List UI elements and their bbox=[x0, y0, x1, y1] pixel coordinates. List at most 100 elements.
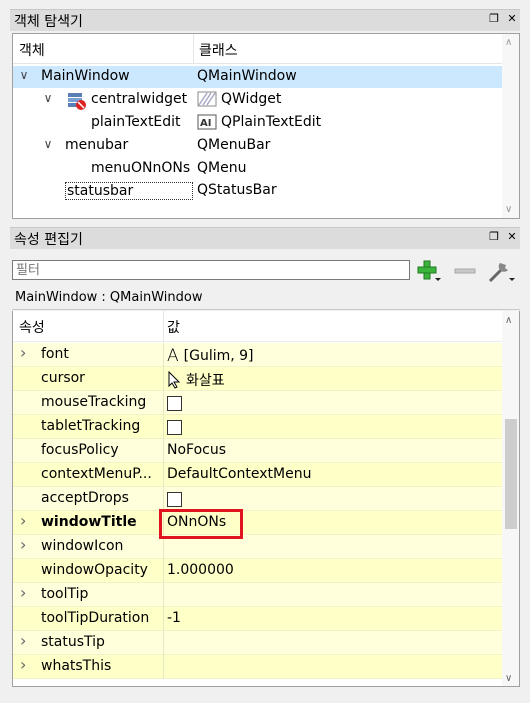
chevron-down-icon[interactable]: ∨ bbox=[17, 68, 31, 82]
add-property-button[interactable] bbox=[416, 259, 442, 283]
property-row-tooltip[interactable]: › toolTip bbox=[13, 583, 503, 607]
property-value[interactable]: -1 bbox=[167, 610, 181, 626]
property-value[interactable]: 1.000000 bbox=[167, 562, 234, 578]
close-icon[interactable]: ✕ bbox=[506, 12, 518, 26]
property-editor-titlebar: 속성 편집기 ❐ ✕ bbox=[10, 227, 520, 249]
text-edit-icon: AI bbox=[197, 114, 217, 130]
filter-input[interactable] bbox=[12, 260, 410, 280]
property-row-windowtitle[interactable]: › windowTitle ONnONs bbox=[13, 511, 503, 535]
column-header-object[interactable]: 객체 bbox=[19, 40, 45, 60]
configure-button[interactable] bbox=[486, 259, 515, 283]
font-icon: A bbox=[167, 346, 179, 366]
property-name: cursor bbox=[41, 370, 85, 386]
scroll-up-icon[interactable]: ∧ bbox=[505, 37, 512, 48]
property-row-windowopacity[interactable]: windowOpacity 1.000000 bbox=[13, 559, 503, 583]
property-name: mouseTracking bbox=[41, 394, 147, 410]
property-name: whatsThis bbox=[41, 658, 112, 674]
column-header-property[interactable]: 속성 bbox=[19, 317, 45, 337]
tree-row-menuonnons[interactable]: menuONnONs QMenu bbox=[13, 158, 503, 180]
filter-toolbar bbox=[12, 259, 520, 283]
property-value[interactable] bbox=[167, 490, 182, 507]
property-row-whatsthis[interactable]: › whatsThis bbox=[13, 655, 503, 679]
property-row-cursor[interactable]: cursor 화살표 bbox=[13, 367, 503, 391]
object-name: centralwidget bbox=[91, 91, 188, 107]
object-tree-header: 객체 클래스 bbox=[13, 34, 519, 64]
property-row-focuspolicy[interactable]: focusPolicy NoFocus bbox=[13, 439, 503, 463]
tree-row-statusbar[interactable]: statusbar QStatusBar bbox=[13, 180, 503, 202]
property-value-text: [Gulim, 9] bbox=[183, 348, 254, 364]
close-icon[interactable]: ✕ bbox=[506, 230, 518, 244]
chevron-down-icon[interactable]: ∨ bbox=[41, 137, 55, 151]
expand-icon[interactable]: › bbox=[20, 583, 26, 602]
property-name: contextMenuP... bbox=[41, 466, 152, 482]
tree-row-menubar[interactable]: ∨ menubar QMenuBar bbox=[13, 135, 503, 157]
arrow-cursor-icon bbox=[168, 371, 181, 389]
property-name: focusPolicy bbox=[41, 442, 119, 458]
property-row-font[interactable]: › font A [Gulim, 9] bbox=[13, 343, 503, 367]
property-value[interactable] bbox=[167, 418, 182, 435]
float-icon[interactable]: ❐ bbox=[488, 12, 500, 26]
property-row-acceptdrops[interactable]: acceptDrops bbox=[13, 487, 503, 511]
property-row-mousetracking[interactable]: mouseTracking bbox=[13, 391, 503, 415]
scroll-down-icon[interactable]: ∨ bbox=[505, 673, 512, 684]
expand-icon[interactable]: › bbox=[20, 343, 26, 362]
chevron-down-icon[interactable]: ∨ bbox=[41, 91, 55, 105]
property-value-text: DefaultContextMenu bbox=[167, 466, 312, 482]
object-name: plainTextEdit bbox=[91, 114, 181, 130]
property-row-tooltipduration[interactable]: toolTipDuration -1 bbox=[13, 607, 503, 631]
property-value[interactable]: DefaultContextMenu bbox=[167, 466, 311, 482]
property-row-tablettracking[interactable]: tabletTracking bbox=[13, 415, 503, 439]
property-name: acceptDrops bbox=[41, 490, 129, 506]
checkbox[interactable] bbox=[167, 420, 182, 435]
vertical-scrollbar[interactable]: ∧ ∨ bbox=[502, 311, 519, 686]
property-row-windowicon[interactable]: › windowIcon bbox=[13, 535, 503, 559]
property-name: tabletTracking bbox=[41, 418, 141, 434]
object-class: QMenu bbox=[197, 160, 247, 176]
expand-icon[interactable]: › bbox=[20, 535, 26, 554]
checkbox[interactable] bbox=[167, 492, 182, 507]
wrench-icon bbox=[488, 263, 515, 283]
scroll-up-icon[interactable]: ∧ bbox=[505, 315, 512, 326]
property-value-text: 화살표 bbox=[186, 373, 225, 389]
property-name: toolTip bbox=[41, 586, 89, 602]
minus-icon bbox=[454, 268, 476, 274]
tree-row-centralwidget[interactable]: ∨ centralwidget QWidget bbox=[13, 89, 503, 111]
object-class: QWidget bbox=[197, 91, 281, 107]
property-name: toolTipDuration bbox=[41, 610, 150, 626]
remove-property-button[interactable] bbox=[452, 259, 478, 283]
property-row-contextmenup[interactable]: contextMenuP... DefaultContextMenu bbox=[13, 463, 503, 487]
column-header-class[interactable]: 클래스 bbox=[199, 40, 238, 60]
object-tree[interactable]: 객체 클래스 ∨ MainWindow QMainWindow ∨ centra… bbox=[12, 33, 520, 219]
widget-icon bbox=[197, 91, 217, 107]
column-header-value[interactable]: 값 bbox=[167, 317, 180, 337]
property-name: font bbox=[41, 346, 69, 362]
property-value-text: -1 bbox=[167, 610, 181, 626]
object-inspector-title: 객체 탐색기 bbox=[14, 13, 83, 30]
object-name: menubar bbox=[65, 137, 129, 153]
expand-icon[interactable]: › bbox=[20, 655, 26, 674]
expand-icon[interactable]: › bbox=[20, 511, 26, 530]
vertical-scrollbar[interactable]: ∧ ∨ bbox=[502, 34, 519, 218]
property-value[interactable]: NoFocus bbox=[167, 442, 226, 458]
expand-icon[interactable]: › bbox=[20, 631, 26, 650]
object-class: AI QPlainTextEdit bbox=[197, 114, 321, 130]
property-row-statustip[interactable]: › statusTip bbox=[13, 631, 503, 655]
object-name: MainWindow bbox=[41, 68, 130, 84]
property-value[interactable]: A [Gulim, 9] bbox=[167, 346, 254, 366]
property-table[interactable]: 속성 값 › font A [Gulim, 9] cursor 화살표 mouseTrack… bbox=[12, 311, 520, 687]
property-value-text: 1.000000 bbox=[167, 562, 234, 578]
property-value[interactable]: 화살표 bbox=[167, 370, 225, 390]
checkbox[interactable] bbox=[167, 396, 182, 411]
tree-row-mainwindow[interactable]: ∨ MainWindow QMainWindow bbox=[13, 66, 503, 88]
property-value[interactable]: ONnONs bbox=[167, 514, 226, 530]
object-name: menuONnONs bbox=[91, 160, 191, 176]
tree-row-plaintextedit[interactable]: plainTextEdit AI QPlainTextEdit bbox=[13, 112, 503, 134]
object-name: statusbar bbox=[65, 182, 193, 200]
property-name: statusTip bbox=[41, 634, 105, 650]
float-icon[interactable]: ❐ bbox=[488, 230, 500, 244]
svg-text:AI: AI bbox=[200, 118, 211, 129]
scrollbar-thumb[interactable] bbox=[505, 419, 517, 529]
property-value[interactable] bbox=[167, 394, 182, 411]
scroll-down-icon[interactable]: ∨ bbox=[505, 204, 512, 215]
object-class: QStatusBar bbox=[197, 182, 277, 198]
